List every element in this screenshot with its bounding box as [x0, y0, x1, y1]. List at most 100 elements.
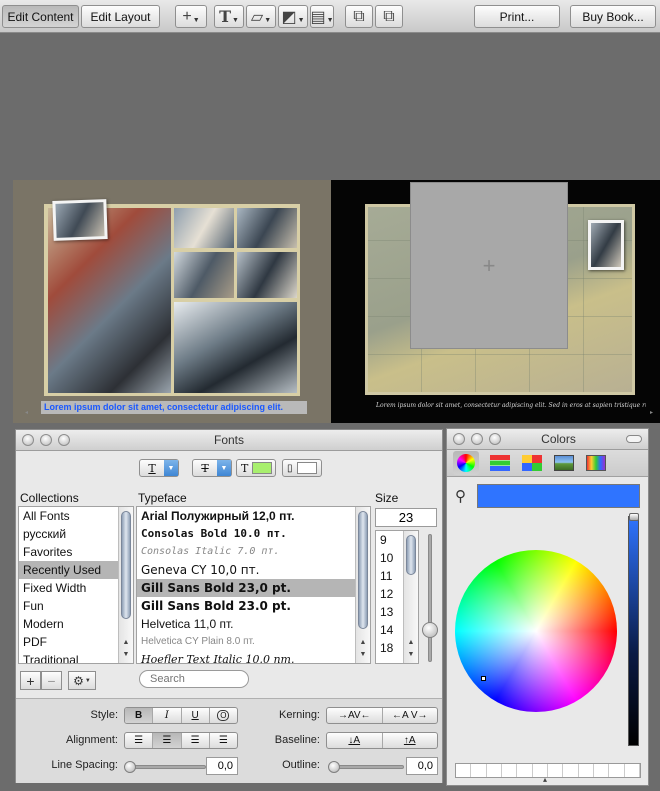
colors-titlebar[interactable]: Colors [447, 429, 648, 450]
align-left-button[interactable]: ☰ [125, 733, 154, 748]
edit-layout-button[interactable]: Edit Layout [81, 5, 160, 28]
color-palettes-tab[interactable] [519, 451, 545, 475]
text-color-button[interactable]: T [236, 459, 276, 477]
typeface-item[interactable]: Consolas Italic 7.0 пт. [137, 543, 370, 561]
photo-mid-1[interactable] [174, 252, 234, 298]
collection-item[interactable]: Favorites [19, 543, 133, 561]
collection-item[interactable]: Modern [19, 615, 133, 633]
collection-item[interactable]: Traditional [19, 651, 133, 663]
color-wheel[interactable] [455, 550, 617, 712]
zoom-button[interactable] [58, 434, 70, 446]
add-page-button[interactable]: + ▼ [175, 5, 207, 28]
line-spacing-knob[interactable] [124, 761, 136, 773]
caption-right[interactable]: Lorem ipsum dolor sit amet, consectetur … [376, 402, 646, 409]
collections-scrollbar[interactable]: ▲ ▼ [118, 507, 133, 663]
minimize-button[interactable] [40, 434, 52, 446]
color-wheel-tab[interactable] [453, 451, 479, 475]
scroll-thumb[interactable] [358, 511, 368, 629]
buy-book-button[interactable]: Buy Book... [570, 5, 656, 28]
document-color-button[interactable]: ▯ [282, 459, 322, 477]
background-button[interactable]: ◩ ▼ [278, 5, 308, 28]
kerning-loosen-button[interactable]: ←A V→ [383, 708, 438, 723]
brightness-knob[interactable] [629, 513, 639, 521]
arrow-up-icon[interactable]: ▲ [356, 637, 370, 649]
print-button[interactable]: Print... [474, 5, 560, 28]
bring-forward-button[interactable]: ⧉ [375, 5, 403, 28]
underline-effect-button[interactable]: T ▼ [139, 459, 179, 477]
align-center-button[interactable]: ☰ [153, 733, 182, 748]
collection-item[interactable]: PDF [19, 633, 133, 651]
scroll-thumb[interactable] [121, 511, 131, 619]
layout-button[interactable]: ▤ ▼ [310, 5, 334, 28]
text-style-button[interactable]: T ▼ [214, 5, 244, 28]
line-spacing-input[interactable] [206, 757, 238, 775]
size-slider-track[interactable] [428, 534, 432, 662]
typeface-item[interactable]: Geneva CY 10,0 пт. [137, 561, 370, 579]
outline-button[interactable]: O [210, 708, 237, 723]
arrow-up-icon[interactable]: ▲ [404, 637, 418, 649]
size-list[interactable]: 9 10 11 12 13 14 18 ▲ ▼ [375, 530, 419, 664]
right-page[interactable]: + Lorem ipsum dolor sit amet, consectetu… [331, 180, 660, 423]
typeface-item[interactable]: Consolas Bold 10.0 пт. [137, 525, 370, 543]
close-button[interactable] [453, 433, 465, 445]
typeface-list[interactable]: Arial Полужирный 12,0 пт. Consolas Bold 1… [136, 506, 371, 664]
align-justify-button[interactable]: ☰ [182, 733, 210, 748]
outline-input[interactable] [406, 757, 438, 775]
zoom-button[interactable] [489, 433, 501, 445]
image-placeholder[interactable]: + [410, 182, 568, 349]
photo-top-1[interactable] [174, 208, 234, 248]
minimize-button[interactable] [471, 433, 483, 445]
font-search-input[interactable] [139, 670, 249, 688]
current-color-swatch[interactable] [477, 484, 640, 508]
color-picker-cursor[interactable] [481, 676, 486, 681]
crayons-tab[interactable] [583, 451, 609, 475]
size-input[interactable] [375, 508, 437, 527]
magnifier-icon[interactable]: ⚲ [455, 487, 466, 505]
typeface-scrollbar[interactable]: ▲ ▼ [355, 507, 370, 663]
color-sliders-tab[interactable] [487, 451, 513, 475]
photo-mid-2[interactable] [237, 252, 297, 298]
photo-polaroid[interactable] [52, 199, 108, 241]
close-button[interactable] [22, 434, 34, 446]
bold-button[interactable]: B [125, 708, 154, 723]
brightness-slider[interactable] [628, 516, 639, 746]
outline-slider[interactable] [334, 765, 404, 769]
size-scrollbar[interactable]: ▲ ▼ [403, 531, 418, 663]
edit-content-button[interactable]: Edit Content [2, 5, 79, 28]
arrow-down-icon[interactable]: ▼ [119, 649, 133, 661]
size-slider-knob[interactable] [422, 622, 438, 638]
collection-item[interactable]: Recently Used [19, 561, 133, 579]
baseline-lower-button[interactable]: ↓A [327, 733, 383, 748]
baseline-raise-button[interactable]: ↑A [383, 733, 438, 748]
kerning-tighten-button[interactable]: →AV← [327, 708, 383, 723]
collection-item[interactable]: Fun [19, 597, 133, 615]
line-spacing-slider[interactable] [128, 765, 206, 769]
photo-polaroid-right[interactable] [588, 220, 624, 270]
image-palettes-tab[interactable] [551, 451, 577, 475]
arrow-down-icon[interactable]: ▼ [404, 649, 418, 661]
send-backward-button[interactable]: ⧉ [345, 5, 373, 28]
strikethrough-effect-button[interactable]: T ▼ [192, 459, 232, 477]
italic-button[interactable]: I [153, 708, 182, 723]
add-collection-button[interactable]: + [20, 671, 41, 690]
arrow-up-icon[interactable]: ▲ [119, 637, 133, 649]
shape-button[interactable]: ▱ ▼ [246, 5, 276, 28]
align-right-button[interactable]: ☰ [210, 733, 237, 748]
collection-item[interactable]: All Fonts [19, 507, 133, 525]
remove-collection-button[interactable]: − [41, 671, 62, 690]
swatch-resize-handle[interactable]: ▴ [543, 775, 547, 784]
typeface-item[interactable]: Helvetica 11,0 пт. [137, 615, 370, 633]
toolbar-toggle-button[interactable] [626, 435, 642, 443]
typeface-item[interactable]: Gill Sans Bold 23.0 pt. [137, 597, 370, 615]
collection-item[interactable]: Fixed Width [19, 579, 133, 597]
outline-knob[interactable] [328, 761, 340, 773]
collections-list[interactable]: All Fonts русский Favorites Recently Used Fi… [18, 506, 134, 664]
color-swatches[interactable] [455, 763, 641, 778]
underline-button[interactable]: U [182, 708, 210, 723]
left-page[interactable]: Lorem ipsum dolor sit amet, consectetur … [13, 180, 331, 423]
typeface-item[interactable]: Gill Sans Bold 23,0 pt. [137, 579, 370, 597]
arrow-down-icon[interactable]: ▼ [356, 649, 370, 661]
scroll-thumb[interactable] [406, 535, 416, 575]
collection-item[interactable]: русский [19, 525, 133, 543]
typeface-item[interactable]: Arial Полужирный 12,0 пт. [137, 507, 370, 525]
